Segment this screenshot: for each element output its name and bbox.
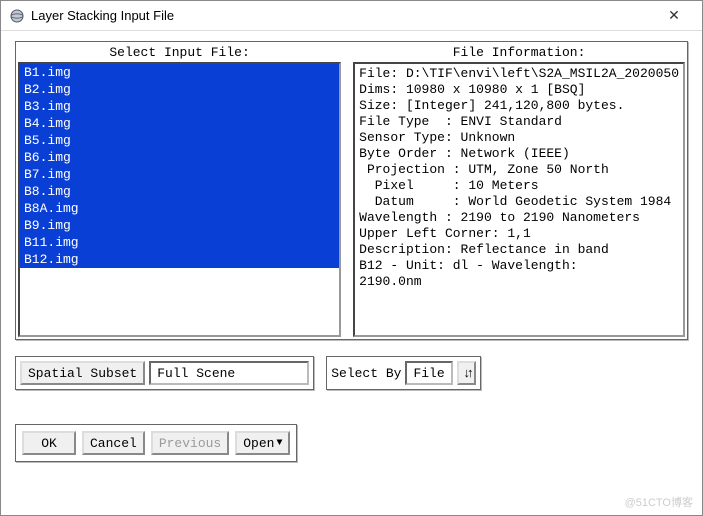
panels-row: Select Input File: B1.imgB2.imgB3.imgB4.…: [15, 41, 688, 340]
list-item[interactable]: B9.img: [20, 217, 339, 234]
file-info-panel: File Information: File: D:\TIF\envi\left…: [353, 44, 685, 337]
cancel-button[interactable]: Cancel: [82, 431, 145, 455]
dropdown-arrow-icon: ▼: [276, 438, 282, 449]
watermark: @51CTO博客: [625, 494, 693, 510]
app-icon: [9, 8, 25, 24]
list-item[interactable]: B4.img: [20, 115, 339, 132]
list-item[interactable]: B3.img: [20, 98, 339, 115]
sort-toggle-button[interactable]: ↓↑: [457, 361, 476, 385]
spatial-subset-group: Spatial Subset Full Scene: [15, 356, 314, 390]
file-info-textbox: File: D:\TIF\envi\left\S2A_MSIL2A_202005…: [353, 62, 685, 337]
spatial-subset-button[interactable]: Spatial Subset: [20, 361, 145, 385]
list-item[interactable]: B12.img: [20, 251, 339, 268]
spatial-subset-value[interactable]: Full Scene: [149, 361, 309, 385]
list-item[interactable]: B2.img: [20, 81, 339, 98]
list-item[interactable]: B11.img: [20, 234, 339, 251]
previous-button: Previous: [151, 431, 229, 455]
close-button[interactable]: ✕: [654, 2, 694, 30]
list-item[interactable]: B8.img: [20, 183, 339, 200]
select-by-label: Select By: [331, 366, 401, 381]
input-file-header: Select Input File:: [18, 44, 341, 62]
ok-button[interactable]: OK: [22, 431, 76, 455]
list-item[interactable]: B8A.img: [20, 200, 339, 217]
list-item[interactable]: B1.img: [20, 64, 339, 81]
bottom-button-row: OK Cancel Previous Open ▼: [15, 424, 297, 462]
open-button[interactable]: Open ▼: [235, 431, 290, 455]
window-title: Layer Stacking Input File: [31, 8, 654, 23]
input-file-panel: Select Input File: B1.imgB2.imgB3.imgB4.…: [18, 44, 341, 337]
close-icon: ✕: [668, 7, 680, 24]
open-button-label: Open: [243, 436, 274, 451]
select-by-group: Select By File ↓↑: [326, 356, 481, 390]
list-item[interactable]: B6.img: [20, 149, 339, 166]
file-info-header: File Information:: [353, 44, 685, 62]
input-file-listbox[interactable]: B1.imgB2.imgB3.imgB4.imgB5.imgB6.imgB7.i…: [18, 62, 341, 337]
dialog-body: Select Input File: B1.imgB2.imgB3.imgB4.…: [1, 31, 702, 472]
select-by-value[interactable]: File: [405, 361, 453, 385]
sort-arrows-icon: ↓↑: [463, 368, 470, 378]
list-item[interactable]: B5.img: [20, 132, 339, 149]
controls-row: Spatial Subset Full Scene Select By File…: [15, 356, 688, 390]
titlebar: Layer Stacking Input File ✕: [1, 1, 702, 31]
list-item[interactable]: B7.img: [20, 166, 339, 183]
